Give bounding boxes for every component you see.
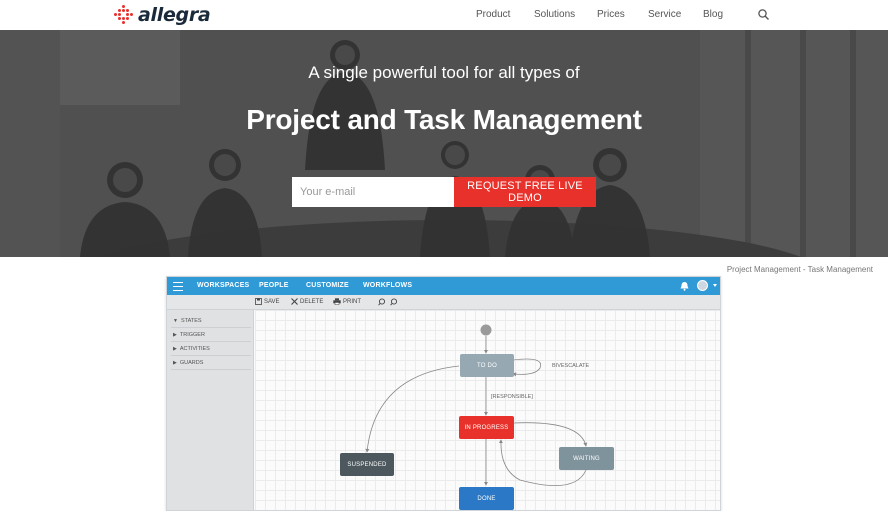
search-icon[interactable] — [757, 8, 771, 22]
chevron-down-icon[interactable] — [713, 284, 717, 287]
sidebar-item-states[interactable]: ▼ STATES — [171, 315, 251, 328]
workflow-canvas[interactable]: TO DO IN PROGRESS SUSPENDED WAITING DONE… — [255, 310, 720, 510]
delete-x-icon — [291, 298, 298, 305]
print-button[interactable]: PRINT — [333, 298, 361, 305]
save-icon — [255, 298, 262, 305]
node-todo[interactable]: TO DO — [460, 354, 514, 377]
editor-toolbar: SAVE DELETE PRINT — [167, 295, 720, 310]
nav-prices[interactable]: Prices — [597, 9, 625, 20]
allegra-logo[interactable]: allegra — [114, 4, 211, 26]
image-caption: Project Management - Task Management — [726, 265, 873, 274]
nav-product[interactable]: Product — [476, 9, 510, 20]
palette-sidebar: ▼ STATES ▶ TRIGGER ▶ ACTIVITIES ▶ GUARDS — [167, 310, 254, 510]
nav-service[interactable]: Service — [648, 9, 681, 20]
node-waiting[interactable]: WAITING — [559, 447, 614, 470]
node-suspended[interactable]: SUSPENDED — [340, 453, 394, 476]
email-input[interactable] — [292, 177, 454, 207]
menu-workspaces[interactable]: WORKSPACES — [197, 282, 249, 289]
start-node[interactable] — [480, 324, 492, 336]
hamburger-icon[interactable] — [173, 282, 183, 291]
bell-icon[interactable] — [680, 281, 689, 291]
zoom-out-icon[interactable] — [390, 298, 398, 306]
edge-label-responsible: [RESPONSIBLE] — [491, 394, 533, 400]
print-icon — [333, 298, 341, 305]
sidebar-item-trigger[interactable]: ▶ TRIGGER — [171, 329, 251, 342]
sidebar-label-states: STATES — [180, 318, 202, 324]
menu-workflows[interactable]: WORKFLOWS — [363, 282, 412, 289]
caret-right-icon: ▶ — [173, 332, 177, 338]
nav-blog[interactable]: Blog — [703, 9, 723, 20]
logo-dots-icon — [114, 5, 134, 25]
zoom-in-icon[interactable] — [378, 298, 386, 306]
request-demo-button[interactable]: REQUEST FREE LIVE DEMO — [454, 177, 596, 207]
menu-customize[interactable]: CUSTOMIZE — [306, 282, 349, 289]
workflow-edges — [365, 324, 588, 486]
save-button[interactable]: SAVE — [255, 298, 280, 305]
caret-down-icon: ▼ — [173, 318, 178, 324]
caret-right-icon: ▶ — [173, 346, 177, 352]
sidebar-item-guards[interactable]: ▶ GUARDS — [171, 357, 251, 370]
hero-title: Project and Task Management — [246, 104, 642, 135]
edge-label-escalate: BIVESCALATE — [552, 363, 590, 369]
delete-button[interactable]: DELETE — [291, 298, 323, 305]
app-menu-bar: WORKSPACES PEOPLE CUSTOMIZE WORKFLOWS — [167, 277, 720, 295]
app-preview-window: WORKSPACES PEOPLE CUSTOMIZE WORKFLOWS SA… — [166, 276, 721, 511]
print-label: PRINT — [343, 298, 361, 305]
sidebar-label-activities: ACTIVITIES — [179, 346, 210, 352]
sidebar-label-guards: GUARDS — [179, 360, 204, 366]
sidebar-item-activities[interactable]: ▶ ACTIVITIES — [171, 343, 251, 356]
hero-subtitle: A single powerful tool for all types of — [308, 63, 580, 82]
avatar[interactable] — [697, 280, 708, 291]
hero-banner: A single powerful tool for all types of … — [0, 30, 888, 257]
top-navbar: allegra Product Solutions Prices Service… — [0, 0, 888, 30]
node-in-progress[interactable]: IN PROGRESS — [459, 416, 514, 439]
logo-text: allegra — [138, 4, 211, 26]
sidebar-label-trigger: TRIGGER — [179, 332, 205, 338]
menu-people[interactable]: PEOPLE — [259, 282, 289, 289]
delete-label: DELETE — [300, 298, 324, 305]
caret-right-icon: ▶ — [173, 360, 177, 366]
save-label: SAVE — [264, 298, 280, 305]
nav-solutions[interactable]: Solutions — [534, 9, 575, 20]
node-done[interactable]: DONE — [459, 487, 514, 510]
